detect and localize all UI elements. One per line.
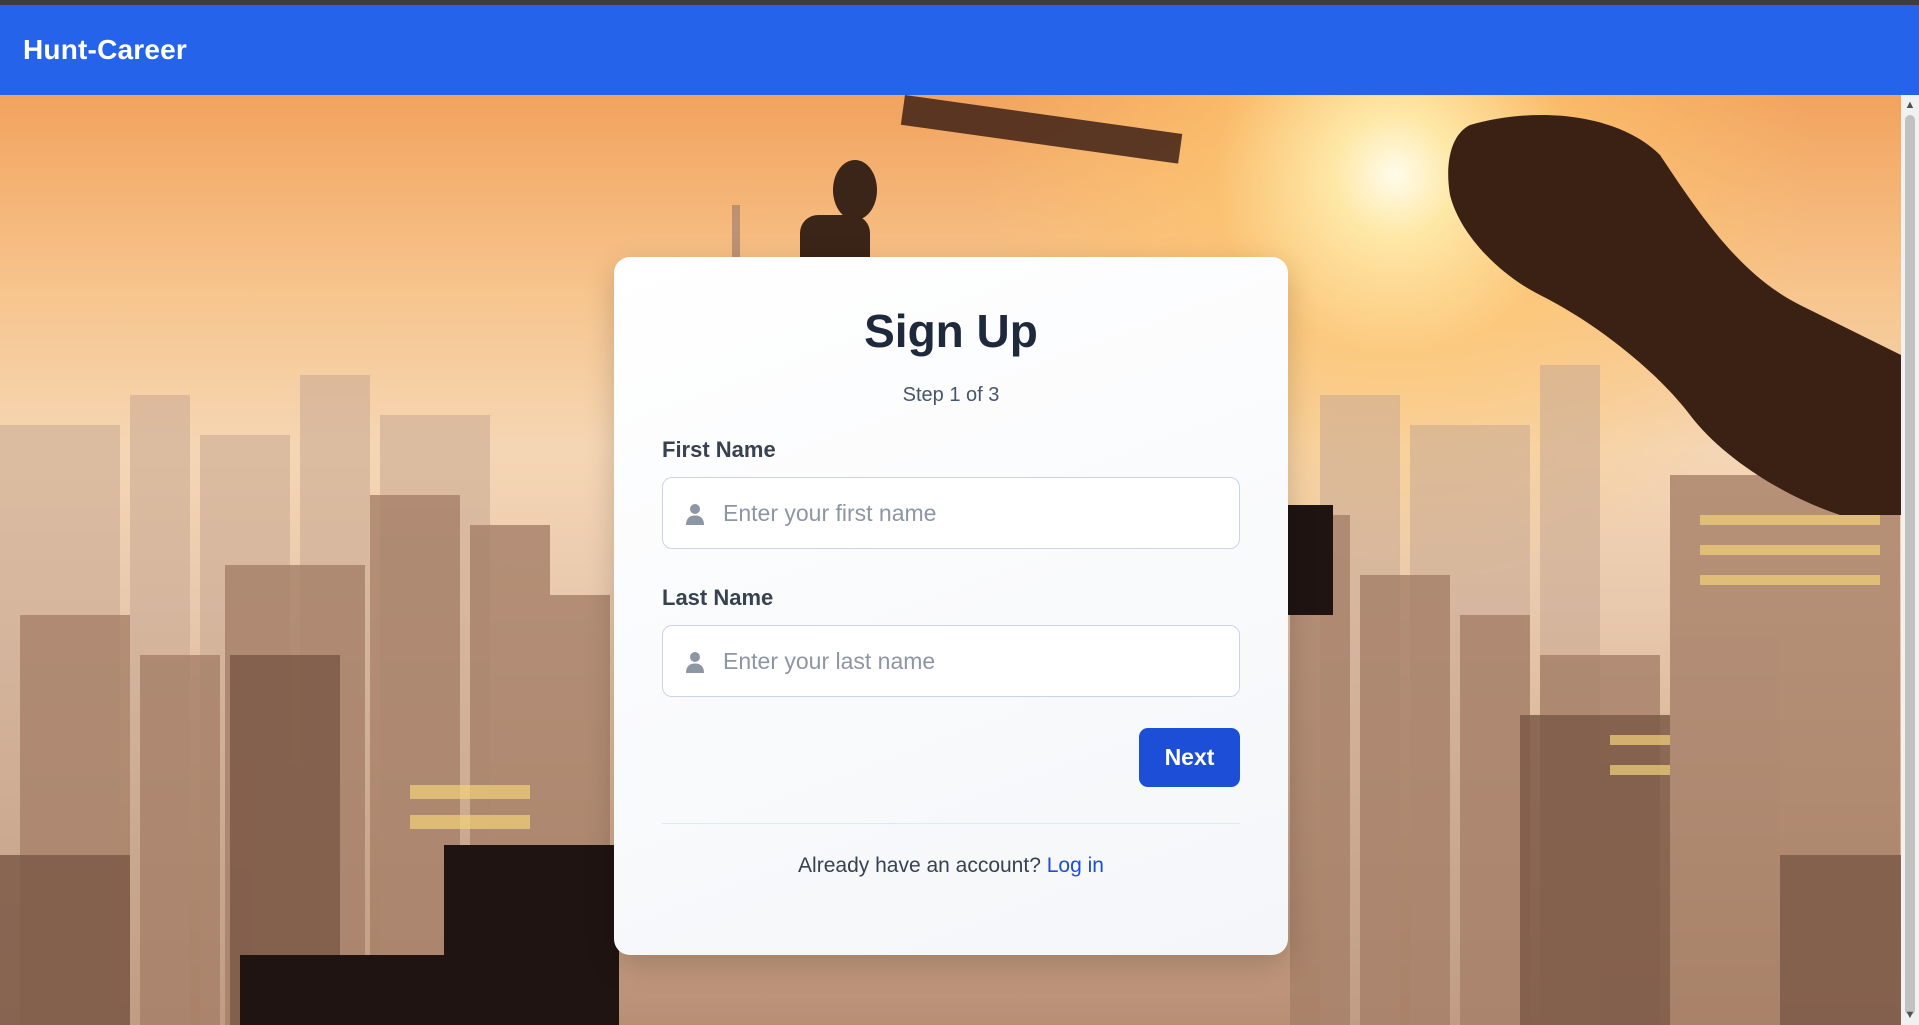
page-scrollbar[interactable]: ▲ ▼ <box>1901 95 1919 1025</box>
signup-card: Sign Up Step 1 of 3 First Name Last Name… <box>614 257 1288 955</box>
login-prompt: Already have an account? Log in <box>662 854 1240 878</box>
form-actions: Next <box>662 728 1240 787</box>
user-icon <box>686 652 704 673</box>
next-button[interactable]: Next <box>1139 728 1240 787</box>
login-link[interactable]: Log in <box>1047 854 1104 877</box>
scroll-thumb[interactable] <box>1905 115 1915 1015</box>
last-name-input[interactable] <box>723 626 1219 696</box>
step-indicator: Step 1 of 3 <box>902 384 1000 406</box>
first-name-input[interactable] <box>723 478 1219 548</box>
brand-logo[interactable]: Hunt-Career <box>23 34 187 66</box>
scroll-down-arrow-icon[interactable]: ▼ <box>1901 1007 1919 1023</box>
first-name-field-wrapper <box>662 477 1240 549</box>
last-name-field-wrapper <box>662 625 1240 697</box>
navbar: Hunt-Career <box>0 5 1919 95</box>
login-prompt-text: Already have an account? <box>798 854 1041 877</box>
divider <box>662 823 1240 824</box>
first-name-label: First Name <box>662 437 776 462</box>
user-icon <box>686 504 704 525</box>
page-title: Sign Up <box>864 305 1038 357</box>
scroll-up-arrow-icon[interactable]: ▲ <box>1901 97 1919 113</box>
last-name-label: Last Name <box>662 585 774 610</box>
